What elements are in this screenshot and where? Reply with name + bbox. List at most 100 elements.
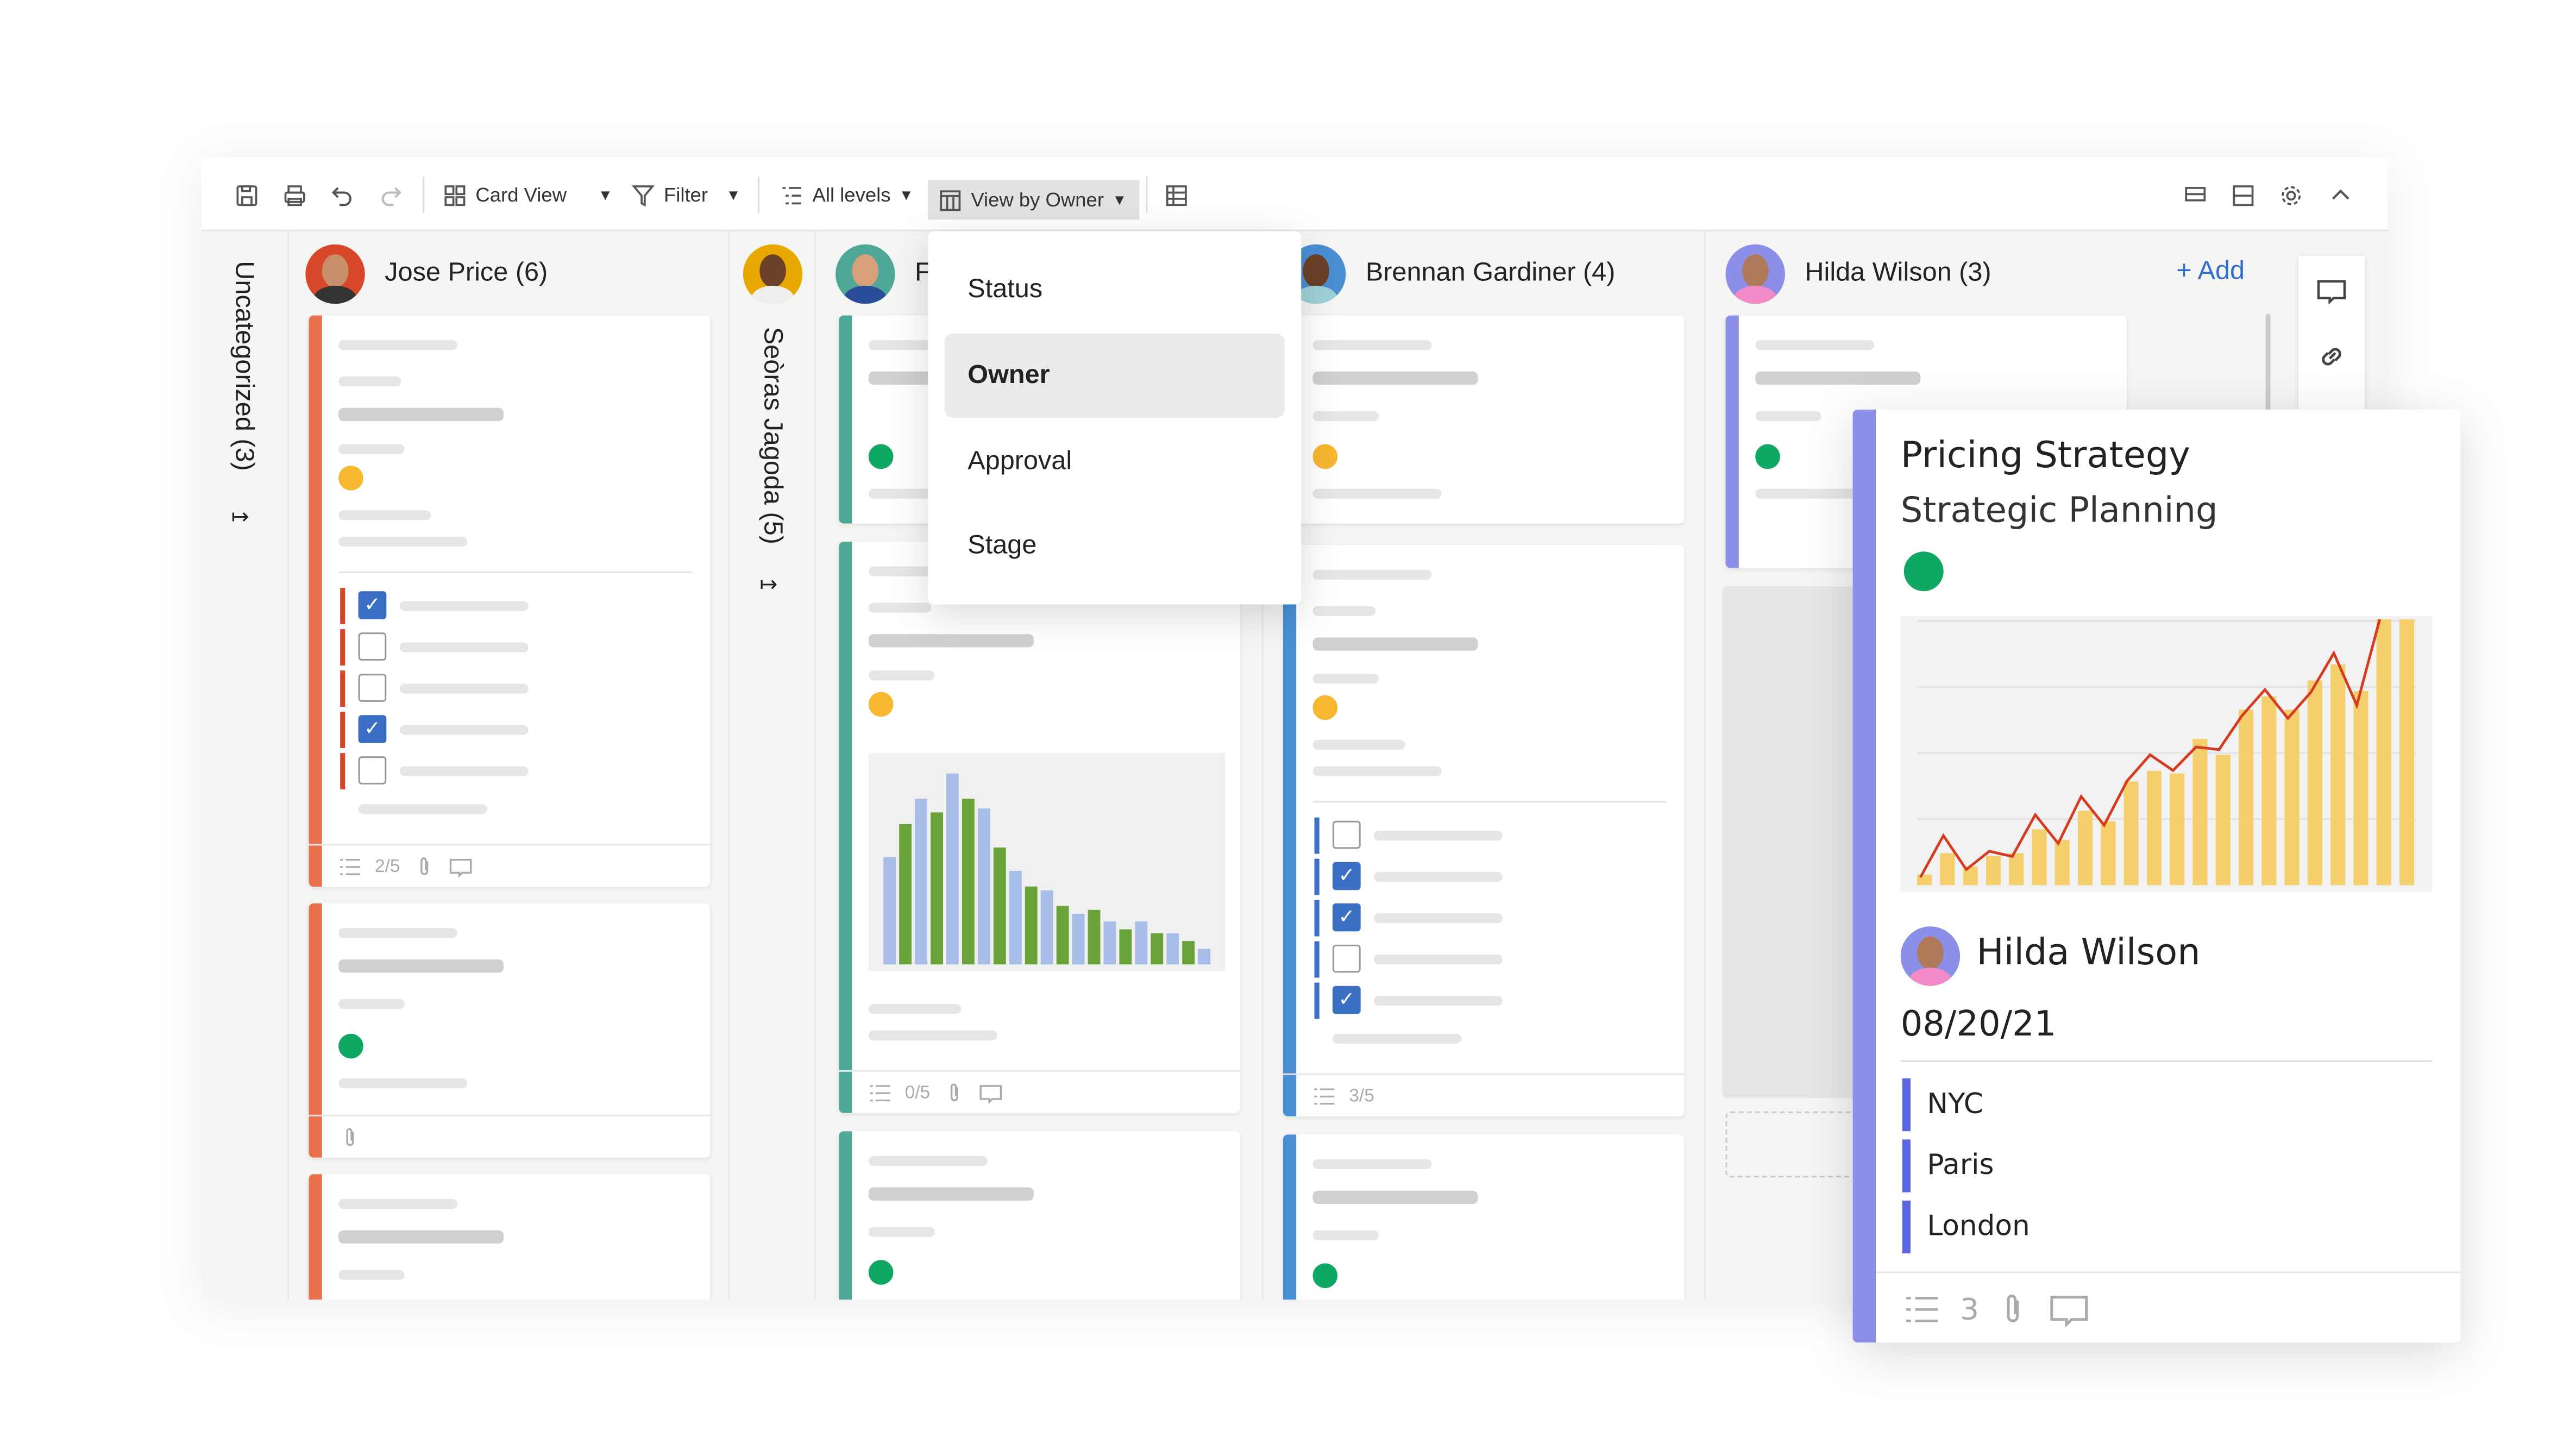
settings-icon[interactable]: [2279, 178, 2304, 211]
checkbox[interactable]: [358, 632, 387, 661]
owner-name: Hilda Wilson: [1976, 933, 2201, 975]
mini-chart-bar: [1040, 890, 1053, 965]
task-card[interactable]: ✓ ✓ ✓ 3/5: [1283, 545, 1685, 1116]
checklist-icon: [340, 858, 361, 875]
chart-bar: [2307, 680, 2322, 886]
task-card[interactable]: [1283, 315, 1685, 524]
toolbar: Card View ▼ Filter ▼ All levels ▼ View by O…: [201, 156, 2388, 231]
column-header: Hilda Wilson (3): [1725, 244, 1991, 304]
chart-bar: [2146, 770, 2162, 886]
levels-icon: [782, 186, 801, 204]
comment-icon[interactable]: [2317, 276, 2347, 306]
location-tag: Paris: [1902, 1139, 1994, 1192]
card-footer: 0/5: [839, 1070, 1240, 1113]
status-dot: [338, 466, 363, 491]
card-footer: 2/5: [309, 844, 711, 887]
undo-icon[interactable]: [330, 178, 355, 211]
checkbox[interactable]: ✓: [358, 591, 387, 619]
checkbox[interactable]: [358, 756, 387, 784]
mini-chart-bar: [1119, 929, 1132, 965]
all-levels-label: All levels: [812, 183, 891, 206]
expand-icon[interactable]: ↦: [759, 572, 777, 598]
avatar: [1725, 244, 1785, 304]
layout-icon[interactable]: [2231, 178, 2256, 211]
checkbox[interactable]: ✓: [1333, 986, 1361, 1014]
scrollbar[interactable]: [2265, 313, 2271, 413]
checkbox[interactable]: [358, 674, 387, 702]
mini-chart-bar: [1135, 921, 1148, 965]
all-levels-button[interactable]: All levels ▼: [780, 178, 914, 211]
task-card[interactable]: ✓ ✓ 2/5: [309, 315, 711, 887]
attachment-icon[interactable]: [1995, 1290, 2032, 1329]
card-view-icon: [444, 184, 466, 205]
view-by-owner-button[interactable]: View by Owner ▼: [928, 180, 1140, 220]
mini-chart-bar: [915, 799, 928, 965]
filter-button[interactable]: Filter ▼: [631, 178, 741, 211]
card-placeholder: [1722, 586, 1871, 1099]
chart-bar: [1940, 853, 1955, 886]
checkbox[interactable]: ✓: [1333, 903, 1361, 932]
drop-zone[interactable]: [1725, 1111, 1875, 1178]
checklist-icon: [870, 1084, 890, 1101]
expanded-card[interactable]: Pricing Strategy Strategic Planning Hild…: [1852, 409, 2461, 1343]
collapse-toolbar-icon[interactable]: [2328, 178, 2353, 211]
column-title[interactable]: Uncategorized (3): [228, 261, 258, 471]
add-column-button[interactable]: + Add: [2176, 258, 2245, 287]
collapse-rows-icon[interactable]: [2183, 178, 2208, 211]
column-jose-price: Jose Price (6) ✓ ✓ 2/5: [289, 231, 730, 1300]
column-title: Jose Price (6): [385, 259, 548, 287]
card-view-button[interactable]: Card View ▼: [443, 178, 613, 211]
task-card[interactable]: [309, 1174, 711, 1300]
comment-icon[interactable]: [2049, 1290, 2091, 1329]
checklist-icon: [1314, 1087, 1335, 1104]
checklist-count: 2/5: [375, 856, 400, 876]
mini-chart-bar: [1166, 933, 1179, 965]
divider: [1146, 177, 1148, 214]
option-owner[interactable]: Owner: [944, 334, 1285, 418]
option-stage[interactable]: Stage: [945, 504, 1285, 588]
column-title[interactable]: Seòras Jagoda (5): [756, 327, 786, 544]
card-title: Pricing Strategy: [1900, 436, 2190, 478]
link-icon[interactable]: [2317, 342, 2347, 372]
status-dot: [868, 444, 894, 469]
chevron-down-icon: ▼: [726, 186, 741, 203]
print-icon[interactable]: [282, 178, 307, 211]
checkbox[interactable]: [1333, 820, 1361, 849]
checkbox[interactable]: ✓: [1333, 862, 1361, 890]
column-seoras-jagoda: Seòras Jagoda (5) ↦: [730, 231, 816, 1300]
task-card[interactable]: 0/5: [839, 542, 1240, 1113]
divider: [423, 177, 425, 214]
save-icon[interactable]: [235, 178, 260, 211]
option-status[interactable]: Status: [945, 248, 1285, 332]
status-dot: [1312, 444, 1338, 469]
comment-icon: [980, 1084, 1003, 1103]
status-dot: [1755, 444, 1780, 469]
mini-chart-bar: [1056, 906, 1069, 965]
mini-chart-bar: [946, 773, 959, 965]
chart-bar: [2376, 619, 2391, 886]
chart-bar: [2261, 696, 2277, 886]
owner-avatar: [1900, 926, 1961, 986]
location-tag: London: [1902, 1200, 2030, 1254]
mini-chart-bar: [899, 824, 912, 965]
checkbox[interactable]: [1333, 944, 1361, 973]
chart-bar: [1917, 874, 1932, 886]
chart-bar: [2170, 773, 2185, 886]
chart-bar: [2078, 811, 2093, 886]
mini-chart-bar: [1151, 933, 1164, 965]
mini-chart-bar: [1009, 871, 1022, 965]
task-card[interactable]: [1283, 1134, 1685, 1300]
expand-icon[interactable]: ↦: [231, 504, 249, 530]
redo-icon[interactable]: [378, 178, 403, 211]
task-card[interactable]: [309, 903, 711, 1158]
chart-bar: [2330, 664, 2346, 886]
column-header: Brennan Gardiner (4): [1286, 244, 1615, 304]
mini-chart-bar: [1072, 913, 1085, 965]
status-dot: [338, 1033, 363, 1059]
grid-view-icon[interactable]: [1164, 178, 1189, 211]
checkbox[interactable]: ✓: [358, 715, 387, 743]
task-card[interactable]: [839, 1131, 1240, 1300]
option-approval[interactable]: Approval: [945, 419, 1285, 504]
card-footer: 3: [1901, 1290, 2091, 1329]
mini-chart-bar: [993, 847, 1006, 965]
